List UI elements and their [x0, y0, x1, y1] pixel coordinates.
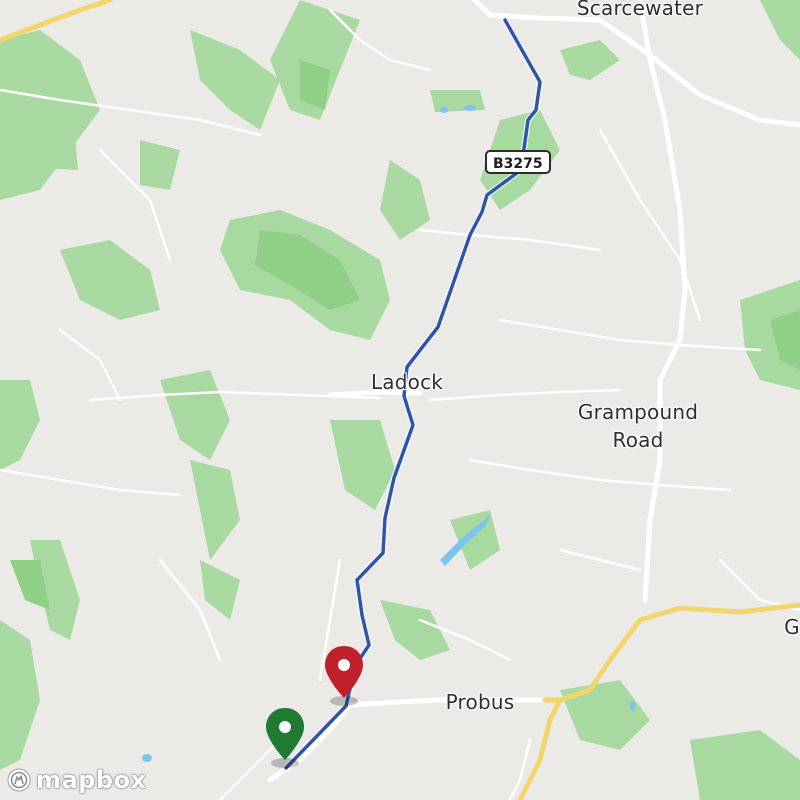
place-label-grampound-road-line1: Grampound [577, 400, 699, 424]
location-pin-red-icon [325, 646, 363, 706]
place-label-probus: Probus [445, 690, 515, 714]
end-marker[interactable] [321, 644, 367, 706]
place-label-scarcewater: Scarcewater [576, 0, 704, 20]
place-label-ladock: Ladock [370, 370, 444, 394]
mapbox-logo[interactable]: mapbox [6, 766, 147, 794]
mapbox-logo-text: mapbox [36, 766, 147, 794]
place-label-grampound-road-line2: Road [612, 428, 664, 452]
start-marker[interactable] [262, 706, 308, 768]
location-pin-green-icon [266, 708, 304, 768]
place-label-grampound-road: Grampound Road [578, 398, 698, 454]
map-canvas[interactable]: Scarcewater Ladock Grampound Road Probus… [0, 0, 800, 800]
place-label-edge-g: G [784, 615, 800, 639]
road-shield-b3275: B3275 [485, 150, 551, 174]
mapbox-logo-icon [7, 768, 31, 792]
